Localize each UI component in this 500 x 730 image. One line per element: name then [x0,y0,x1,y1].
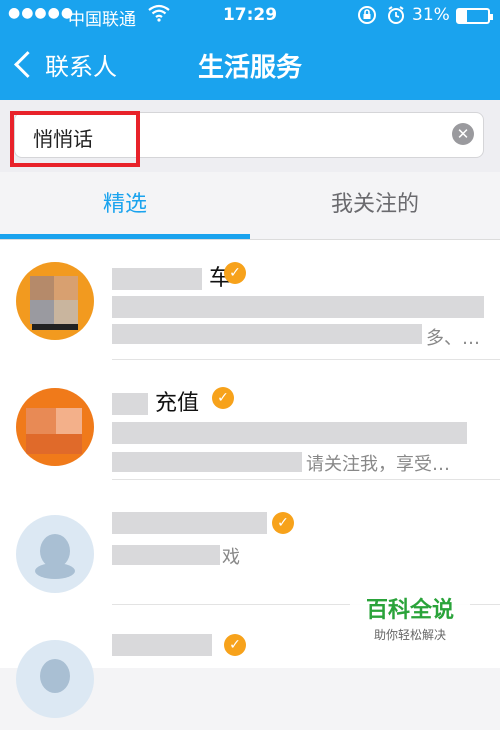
verified-badge-icon: ✓ [224,262,246,284]
item-description-suffix: 请关注我，享受… [306,454,450,475]
search-box[interactable] [14,112,484,158]
tab-following[interactable]: 我关注的 [250,172,500,240]
blurred-text [112,393,148,415]
verified-badge-icon: ✓ [224,634,246,656]
default-avatar-icon [40,659,70,693]
divider [112,479,500,480]
verified-badge-icon: ✓ [272,512,294,534]
watermark-title: 百科全说 [365,598,454,623]
blurred-text [112,268,202,290]
item-description-suffix: 戏 [222,547,240,568]
battery-percentage: 31% [412,5,450,25]
item-name: 充值 [112,385,199,417]
item-name-suffix: 充值 [155,391,200,416]
list-item[interactable]: 充值 ✓ 请关注我，享受… [0,360,500,480]
watermark-subtitle: 助你轻松解决 [373,628,446,642]
verified-badge-icon: ✓ [212,387,234,409]
item-description-suffix: 多、… [426,328,480,349]
page-title: 生活服务 [197,53,302,83]
list-item[interactable]: ✓ 戏 [0,485,500,605]
item-name [112,632,212,657]
tab-selected-indicator [0,234,250,239]
blurred-text [112,634,212,656]
list-item[interactable]: 车 ✓ 多、… [0,240,500,360]
item-name: 车 [112,260,231,292]
clear-search-icon[interactable]: ✕ [452,123,474,145]
avatar [16,388,94,466]
alarm-icon [386,5,406,30]
search-bar [0,100,500,172]
tab-bar: 精选 我关注的 [0,172,500,240]
battery-icon [456,8,493,24]
watermark: 百科全说 助你轻松解决 [350,588,470,644]
item-name [112,510,267,535]
search-input[interactable] [31,121,435,153]
orientation-lock-icon [357,5,377,30]
avatar [16,640,94,718]
avatar [16,262,94,340]
status-bar: ●●●●● 中国联通 17:29 31% [0,0,500,32]
default-avatar-icon [35,534,75,579]
header: ●●●●● 中国联通 17:29 31% 联系人 生活服务 [0,0,500,100]
avatar [16,515,94,593]
blurred-text [112,512,267,534]
tab-featured[interactable]: 精选 [0,172,250,240]
